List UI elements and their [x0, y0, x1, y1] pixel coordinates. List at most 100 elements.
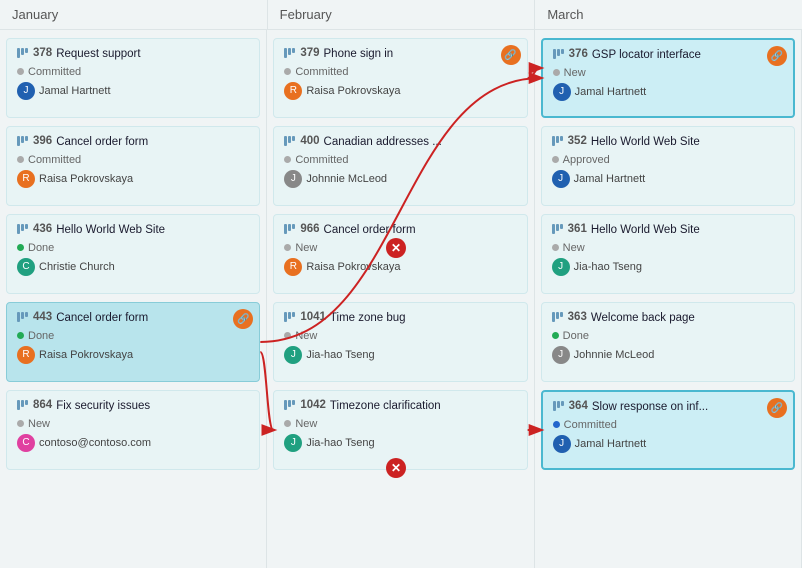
- task-card[interactable]: 1042Timezone clarification New JJia-hao Ts…: [273, 390, 527, 470]
- bar-chart-icon: [553, 49, 565, 59]
- bar-chart-icon: [552, 136, 564, 146]
- card-name: Timezone clarification: [330, 399, 441, 414]
- card-name: Cancel order form: [324, 223, 416, 238]
- task-card[interactable]: 361Hello World Web SiteNewJJia-hao Tseng: [541, 214, 795, 294]
- card-title-row: 361Hello World Web Site: [552, 223, 784, 238]
- x-badge-1: ✕: [386, 238, 406, 258]
- card-status-row: Done: [552, 330, 784, 342]
- avatar: J: [552, 258, 570, 276]
- user-name: Jamal Hartnett: [39, 85, 111, 97]
- card-id: 400: [300, 135, 319, 147]
- calendar-header: January February March: [0, 0, 802, 30]
- bar-chart-icon: [17, 48, 29, 58]
- card-title-row: 376GSP locator interface: [553, 48, 783, 63]
- card-title-row: 436 Hello World Web Site: [17, 223, 249, 238]
- status-dot: [553, 421, 560, 428]
- task-card[interactable]: 363Welcome back pageDoneJJohnnie McLeod: [541, 302, 795, 382]
- status-text: Committed: [295, 154, 348, 166]
- card-name: Hello World Web Site: [56, 223, 165, 238]
- status-dot: [552, 156, 559, 163]
- status-text: Committed: [295, 66, 348, 78]
- card-user-row: J Jamal Hartnett: [552, 170, 784, 188]
- card-name: Fix security issues: [56, 399, 150, 414]
- card-id: 1041: [300, 311, 326, 323]
- task-card[interactable]: 🔗379Phone sign inCommittedRRaisa Pokrovs…: [273, 38, 527, 118]
- bar-chart-icon: [17, 224, 29, 234]
- card-name: Hello World Web Site: [591, 135, 700, 150]
- status-dot: [552, 332, 559, 339]
- avatar: J: [553, 435, 571, 453]
- card-status-row: Approved: [552, 154, 784, 166]
- card-id: 352: [568, 135, 587, 147]
- card-status-row: New: [284, 418, 516, 430]
- status-dot: [17, 156, 24, 163]
- status-dot: [284, 68, 291, 75]
- card-user-row: JJia-hao Tseng: [284, 434, 516, 452]
- link-icon[interactable]: 🔗: [767, 398, 787, 418]
- card-user-row: J Jamal Hartnett: [553, 435, 783, 453]
- task-card[interactable]: 🔗364Slow response on inf...CommittedJJam…: [541, 390, 795, 470]
- user-name: Jamal Hartnett: [574, 173, 646, 185]
- bar-chart-icon: [284, 48, 296, 58]
- status-dot: [284, 332, 291, 339]
- task-card[interactable]: 378Request supportCommittedJJamal Hartne…: [6, 38, 260, 118]
- card-user-row: RRaisa Pokrovskaya: [17, 170, 249, 188]
- card-user-row: J Johnnie McLeod: [552, 346, 784, 364]
- status-dot: [552, 244, 559, 251]
- card-name: Canadian addresses ...: [324, 135, 442, 150]
- link-icon[interactable]: 🔗: [233, 309, 253, 329]
- task-card[interactable]: 🔗443Cancel order formDoneRRaisa Pokrovsk…: [6, 302, 260, 382]
- task-card[interactable]: 352 Hello World Web Site Approved J Jamal Ha…: [541, 126, 795, 206]
- x-badge-2: ✕: [386, 458, 406, 478]
- bar-chart-icon: [552, 312, 564, 322]
- avatar: J: [284, 170, 302, 188]
- status-text: Done: [563, 330, 589, 342]
- task-card[interactable]: 1041Time zone bugNewJJia-hao Tseng: [273, 302, 527, 382]
- status-text: Done: [28, 242, 54, 254]
- task-card[interactable]: 396Cancel order form Committed RRaisa Pokr…: [6, 126, 260, 206]
- link-icon[interactable]: 🔗: [501, 45, 521, 65]
- status-dot: [553, 69, 560, 76]
- card-id: 436: [33, 223, 52, 235]
- card-title-row: 396Cancel order form: [17, 135, 249, 150]
- card-name: Hello World Web Site: [591, 223, 700, 238]
- bar-chart-icon: [284, 400, 296, 410]
- card-title-row: 352 Hello World Web Site: [552, 135, 784, 150]
- avatar: J: [552, 170, 570, 188]
- card-user-row: C Christie Church: [17, 258, 249, 276]
- user-name: Johnnie McLeod: [574, 349, 655, 361]
- avatar: C: [17, 434, 35, 452]
- card-status-row: Committed: [553, 419, 783, 431]
- card-id: 379: [300, 47, 319, 59]
- task-card[interactable]: 400 Canadian addresses ... Committed JJohnn…: [273, 126, 527, 206]
- user-name: Christie Church: [39, 261, 115, 273]
- status-text: Committed: [28, 66, 81, 78]
- user-name: Jamal Hartnett: [575, 438, 647, 450]
- card-status-row: Committed: [17, 154, 249, 166]
- task-card[interactable]: 🔗376GSP locator interfaceNewJJamal Hartn…: [541, 38, 795, 118]
- status-dot: [17, 244, 24, 251]
- card-user-row: JJohnnie McLeod: [284, 170, 516, 188]
- avatar: C: [17, 258, 35, 276]
- column-march: 🔗376GSP locator interfaceNewJJamal Hartn…: [535, 30, 802, 568]
- calendar-body: 378Request supportCommittedJJamal Hartne…: [0, 30, 802, 568]
- link-icon[interactable]: 🔗: [767, 46, 787, 66]
- status-dot: [284, 244, 291, 251]
- bar-chart-icon: [17, 136, 29, 146]
- status-text: New: [295, 242, 317, 254]
- card-name: Slow response on inf...: [592, 400, 708, 415]
- status-dot: [284, 156, 291, 163]
- status-text: New: [28, 418, 50, 430]
- user-name: Raisa Pokrovskaya: [39, 173, 133, 185]
- col-header-february: February: [268, 0, 536, 29]
- task-card[interactable]: 436 Hello World Web SiteDone C Christie Chu…: [6, 214, 260, 294]
- task-card[interactable]: 864Fix security issuesNewCcontoso@contos…: [6, 390, 260, 470]
- card-title-row: 443Cancel order form: [17, 311, 249, 326]
- card-id: 443: [33, 311, 52, 323]
- status-dot: [17, 332, 24, 339]
- card-user-row: RRaisa Pokrovskaya: [284, 82, 516, 100]
- card-title-row: 1042Timezone clarification: [284, 399, 516, 414]
- avatar: J: [552, 346, 570, 364]
- calendar-container: January February March 378Request suppor…: [0, 0, 802, 568]
- card-user-row: RRaisa Pokrovskaya: [284, 258, 516, 276]
